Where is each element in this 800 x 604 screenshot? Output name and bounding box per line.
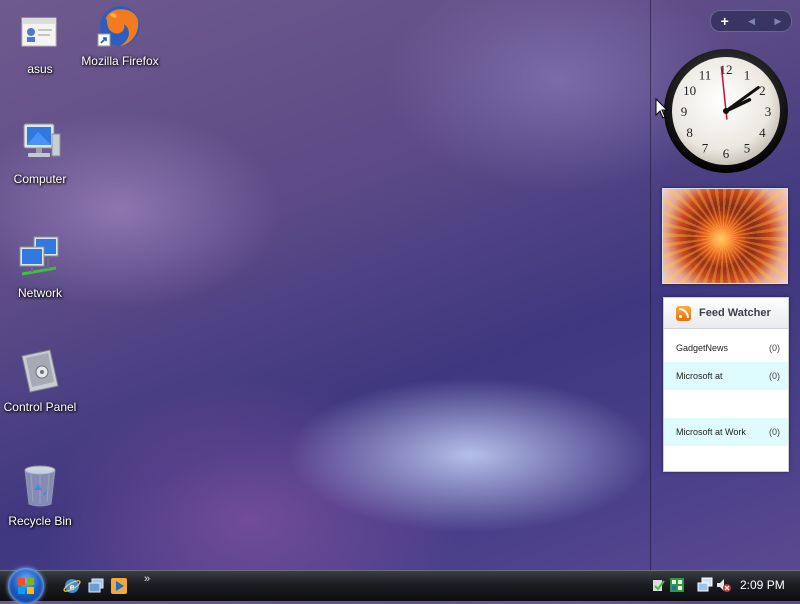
mouse-cursor-icon xyxy=(655,97,669,125)
taskbar-clock[interactable]: 2:09 PM xyxy=(740,578,785,592)
network-icon xyxy=(16,234,64,282)
start-button[interactable] xyxy=(8,568,44,604)
feed-item-name: Microsoft at Work xyxy=(676,427,746,437)
clock-numeral: 4 xyxy=(759,125,766,140)
clock-numeral: 11 xyxy=(699,68,712,83)
feed-list: GadgetNews (0) Microsoft at (0) Microsof… xyxy=(664,329,788,474)
desktop-icon-recycle-bin[interactable]: Recycle Bin xyxy=(0,462,82,528)
switch-windows-icon[interactable] xyxy=(87,577,105,595)
desktop-icon-label: Computer xyxy=(13,172,67,186)
control-panel-icon xyxy=(16,348,64,396)
clock-center-pin xyxy=(723,108,729,114)
clock-numeral: 10 xyxy=(683,83,696,98)
media-player-icon[interactable] xyxy=(110,577,128,595)
feed-item[interactable] xyxy=(664,446,788,474)
desktop-icon-firefox[interactable]: Mozilla Firefox xyxy=(78,2,162,68)
clock-numeral: 1 xyxy=(744,68,751,83)
feed-watcher-header: Feed Watcher xyxy=(664,298,788,329)
sidebar-controls: + ◀ ▶ xyxy=(710,10,792,32)
feed-item-name: GadgetNews xyxy=(676,343,729,353)
windows-logo-icon xyxy=(18,578,34,594)
feed-item[interactable]: Microsoft at Work (0) xyxy=(664,418,788,446)
rss-icon xyxy=(676,305,691,321)
volume-muted-icon[interactable] xyxy=(715,577,731,593)
display-network-icon[interactable] xyxy=(697,577,713,593)
taskbar: e » 2:09 PM xyxy=(0,568,800,604)
clock-face-icon: 12 1234567891011 xyxy=(664,49,788,173)
quick-launch-overflow[interactable]: » xyxy=(144,573,150,585)
desktop-icon-label: Control Panel xyxy=(3,400,77,414)
sidebar-divider xyxy=(650,0,651,570)
feed-item[interactable] xyxy=(664,390,788,418)
user-folder-icon xyxy=(16,10,64,58)
feed-item-name: Microsoft at xyxy=(676,371,723,381)
desktop-icon-control-panel[interactable]: Control Panel xyxy=(0,348,82,414)
clock-numeral: 2 xyxy=(759,83,766,98)
clock-numeral: 3 xyxy=(765,104,772,119)
feed-item[interactable]: Microsoft at (0) xyxy=(664,362,788,390)
clock-numeral: 6 xyxy=(723,146,730,161)
ie-icon[interactable]: e xyxy=(63,577,81,595)
computer-icon xyxy=(16,120,64,168)
desktop-icon-label: Network xyxy=(17,286,62,300)
clock-gadget[interactable]: 12 1 2 3 4 5 6 7 8 9 10 11 xyxy=(662,47,790,175)
clock-numeral: 9 xyxy=(681,104,688,119)
previous-page-button[interactable]: ◀ xyxy=(748,11,755,31)
slideshow-gadget[interactable] xyxy=(662,188,788,284)
desktop-icon-label: Recycle Bin xyxy=(8,514,72,528)
desktop-icon-asus[interactable]: asus xyxy=(0,10,82,76)
clock-numeral: 8 xyxy=(686,125,693,140)
feed-item-count: (0) xyxy=(769,427,780,437)
desktop-icon-network[interactable]: Network xyxy=(0,234,82,300)
clock-numeral: 5 xyxy=(744,140,751,155)
firefox-shortcut-icon xyxy=(96,2,144,50)
network-status-icon[interactable] xyxy=(669,577,685,593)
clock-numeral: 7 xyxy=(702,140,709,155)
feed-watcher-title: Feed Watcher xyxy=(699,307,771,319)
desktop-icon-computer[interactable]: Computer xyxy=(0,120,82,186)
feed-watcher-gadget[interactable]: Feed Watcher GadgetNews (0) Microsoft at… xyxy=(663,297,789,472)
feed-item[interactable]: GadgetNews (0) xyxy=(664,334,788,362)
desktop-icon-label: asus xyxy=(27,62,53,76)
next-page-button[interactable]: ▶ xyxy=(774,11,781,31)
recycle-bin-icon xyxy=(16,462,64,510)
feed-item-count: (0) xyxy=(769,343,780,353)
security-icon[interactable] xyxy=(652,577,668,593)
add-gadget-button[interactable]: + xyxy=(721,11,729,31)
feed-item-count: (0) xyxy=(769,371,780,381)
desktop-icon-label: Mozilla Firefox xyxy=(81,54,159,68)
